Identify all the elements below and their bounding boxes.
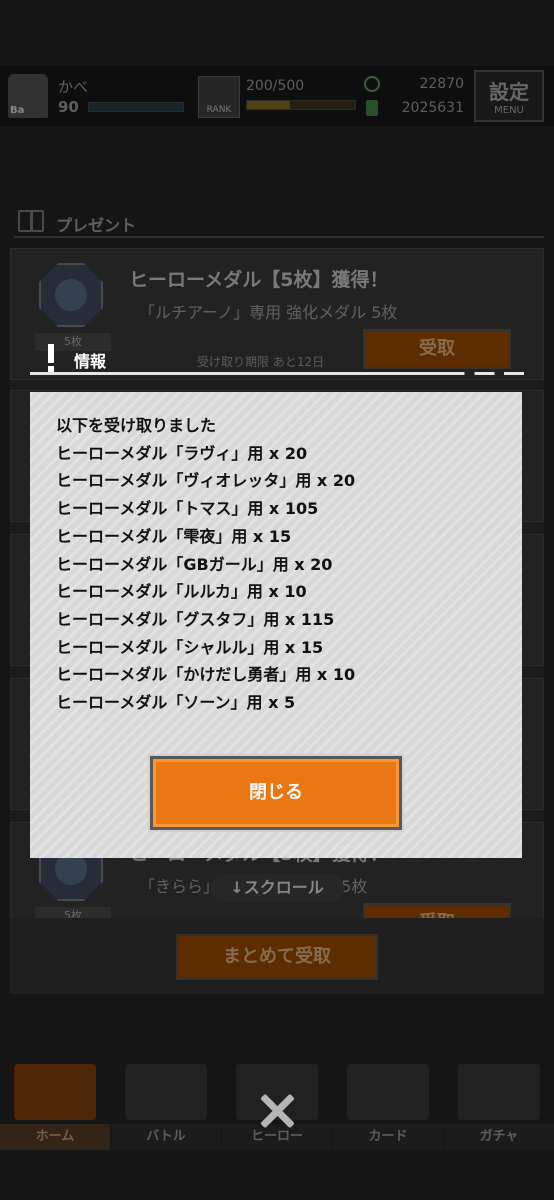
message-line: ヒーローメダル「かけだし勇者」用 x 10 [56,665,356,685]
close-button[interactable]: 閉じる [148,754,404,832]
app-screen: Ba かべ 90 RANK 200/500 22870 2025631 設定 M… [0,0,554,1200]
modal-header: 情報 [30,340,524,375]
message-line: ヒーローメダル「ラヴィ」用 x 20 [56,443,308,463]
message-line: ヒーローメダル「グスタフ」用 x 115 [56,609,335,629]
modal-header-divider [30,372,524,375]
message-line: ヒーローメダル「トマス」用 x 105 [56,499,319,519]
message-line: ヒーローメダル「ソーン」用 x 5 [56,693,296,713]
info-dialog: 以下を受け取りました ヒーローメダル「ラヴィ」用 x 20 ヒーローメダル「ヴィ… [30,392,522,858]
message-line: 以下を受け取りました [56,416,217,435]
message-line: ヒーローメダル「シャルル」用 x 15 [56,637,324,657]
modal-message: 以下を受け取りました ヒーローメダル「ラヴィ」用 x 20 ヒーローメダル「ヴィ… [56,412,506,717]
message-line: ヒーローメダル「雫夜」用 x 15 [56,526,292,546]
exclamation-icon [48,344,54,372]
message-line: ヒーローメダル「GBガール」用 x 20 [56,554,333,574]
modal-title: 情報 [74,352,107,371]
message-line: ヒーローメダル「ルルカ」用 x 10 [56,582,307,602]
message-line: ヒーローメダル「ヴィオレッタ」用 x 20 [56,471,356,491]
